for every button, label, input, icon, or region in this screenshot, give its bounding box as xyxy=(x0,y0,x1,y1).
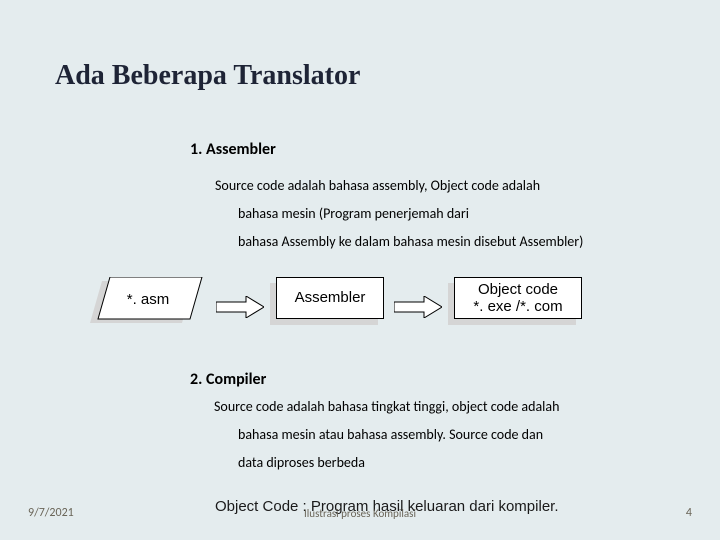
section1-heading: 1. Assembler xyxy=(190,140,276,159)
arrow-icon xyxy=(394,296,442,318)
section1-line3: bahasa Assembly ke dalam bahasa mesin di… xyxy=(238,233,583,250)
process-shape: Assembler xyxy=(276,277,384,319)
flow-diagram: *. asm Assembler Object code *. exe /*. … xyxy=(90,277,650,337)
output-line2: *. exe /*. com xyxy=(473,298,562,315)
process-label: Assembler xyxy=(295,289,366,306)
page-title: Ada Beberapa Translator xyxy=(55,60,360,92)
input-shape: *. asm xyxy=(90,277,210,333)
section2-line3: data diproses berbeda xyxy=(238,454,365,471)
arrow-icon xyxy=(216,296,264,318)
footer-caption: Ilustrasi proses Kompilasi xyxy=(0,507,720,520)
section1-line2: bahasa mesin (Program penerjemah dari xyxy=(238,205,469,222)
section1-line1: Source code adalah bahasa assembly, Obje… xyxy=(215,177,540,194)
input-label: *. asm xyxy=(127,291,170,308)
footer-page-number: 4 xyxy=(686,506,692,520)
section2-line2: bahasa mesin atau bahasa assembly. Sourc… xyxy=(238,426,543,443)
output-line1: Object code xyxy=(478,281,558,298)
section2-heading: 2. Compiler xyxy=(190,370,266,389)
section2-line1: Source code adalah bahasa tingkat tinggi… xyxy=(214,398,559,415)
output-label: Object code *. exe /*. com xyxy=(473,281,562,316)
output-shape: Object code *. exe /*. com xyxy=(454,277,582,319)
